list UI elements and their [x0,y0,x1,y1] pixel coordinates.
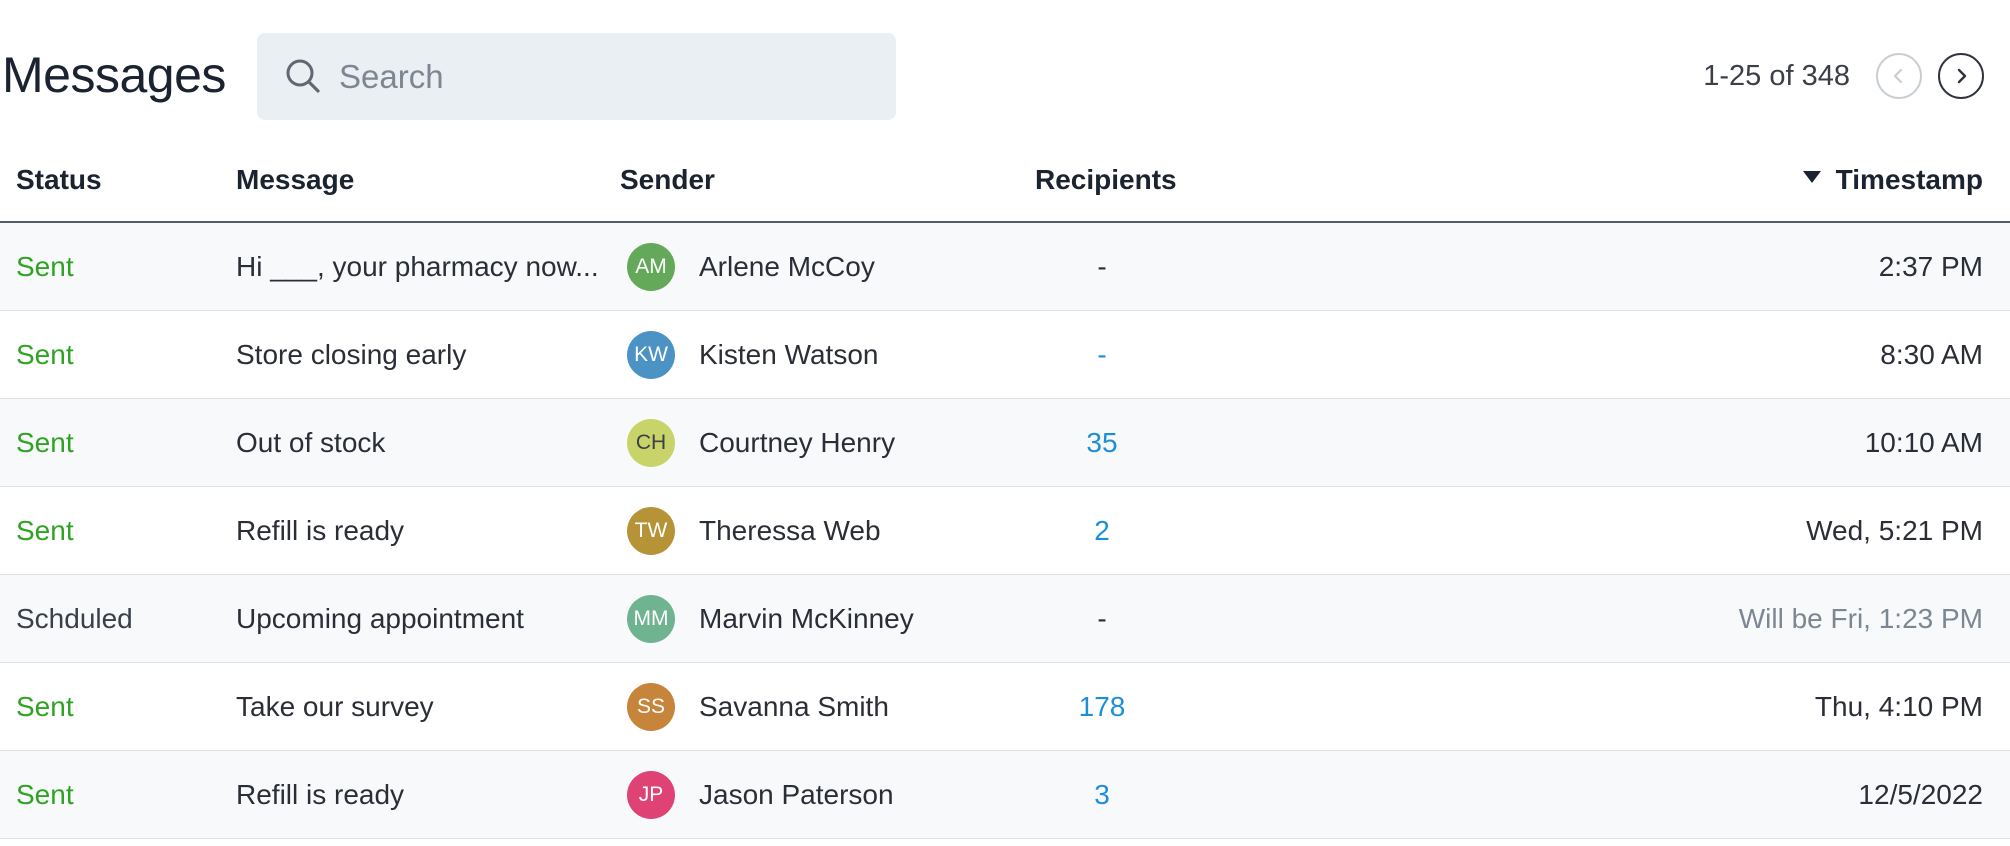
recipients-link[interactable]: 3 [1040,751,1164,839]
message-cell[interactable]: Store closing early [236,311,466,399]
avatar: SS [627,683,675,731]
sender-cell: SS Savanna Smith [627,663,889,751]
search-input[interactable] [339,33,879,120]
timestamp-cell: Wed, 5:21 PM [1806,515,1983,546]
page-header: Messages 1-25 of 348 [0,0,2010,150]
table-row[interactable]: Sent Take our survey SS Savanna Smith 17… [0,663,2010,751]
pagination-range: 1-25 of 348 [1703,60,1850,92]
status-cell: Sent [16,251,74,282]
column-header-recipients[interactable]: Recipients [1035,164,1177,196]
avatar: TW [627,507,675,555]
column-header-timestamp[interactable]: Timestamp [1802,164,1983,196]
avatar: KW [627,331,675,379]
sender-name: Theressa Web [699,515,881,546]
timestamp-cell: Will be Fri, 1:23 PM [1738,603,1983,634]
avatar: CH [627,419,675,467]
sender-name: Courtney Henry [699,427,896,458]
messages-table: Status Message Sender Recipients Timesta… [0,150,2010,839]
message-cell[interactable]: Refill is ready [236,751,404,839]
status-cell: Sent [16,515,74,546]
table-row[interactable]: Sent Hi ___, your pharmacy now... AM Arl… [0,223,2010,311]
table-row[interactable]: Sent Store closing early KW Kisten Watso… [0,311,2010,399]
sender-cell: CH Courtney Henry [627,399,895,487]
chevron-right-icon [1957,68,1967,84]
message-cell[interactable]: Upcoming appointment [236,575,524,663]
column-header-sender[interactable]: Sender [620,164,715,196]
sender-name: Jason Paterson [699,779,894,810]
avatar: JP [627,771,675,819]
message-cell[interactable]: Hi ___, your pharmacy now... [236,223,599,311]
sender-name: Arlene McCoy [699,251,875,282]
sender-cell: TW Theressa Web [627,487,881,575]
sender-name: Kisten Watson [699,339,879,370]
table-row[interactable]: Sent Refill is ready JP Jason Paterson 3… [0,751,2010,839]
timestamp-cell: Thu, 4:10 PM [1814,691,1983,722]
timestamp-cell: 10:10 AM [1864,427,1983,458]
search-box[interactable] [257,33,896,120]
recipients-cell[interactable]: - [1040,311,1164,399]
timestamp-cell: 2:37 PM [1878,251,1983,282]
sender-cell: MM Marvin McKinney [627,575,914,663]
timestamp-cell: 12/5/2022 [1858,779,1983,810]
sender-name: Savanna Smith [699,691,889,722]
sender-cell: JP Jason Paterson [627,751,894,839]
avatar: AM [627,243,675,291]
recipients-cell: - [1097,603,1107,634]
message-cell[interactable]: Take our survey [236,663,434,751]
next-page-button[interactable] [1938,53,1984,99]
status-cell: Sent [16,779,74,810]
avatar: MM [627,595,675,643]
recipients-link[interactable]: 2 [1040,487,1164,575]
recipients-link[interactable]: 35 [1040,399,1164,487]
column-header-timestamp-label: Timestamp [1835,164,1983,195]
sender-cell: AM Arlene McCoy [627,223,875,311]
sender-name: Marvin McKinney [699,603,914,634]
table-row[interactable]: Schduled Upcoming appointment MM Marvin … [0,575,2010,663]
status-cell: Sent [16,427,74,458]
column-header-status[interactable]: Status [16,164,102,196]
table-row[interactable]: Sent Out of stock CH Courtney Henry 35 1… [0,399,2010,487]
timestamp-cell: 8:30 AM [1880,339,1983,370]
chevron-left-icon [1893,68,1903,84]
status-cell: Schduled [16,603,133,634]
table-header: Status Message Sender Recipients Timesta… [0,150,2010,223]
recipients-link[interactable]: 178 [1040,663,1164,751]
table-row[interactable]: Sent Refill is ready TW Theressa Web 2 W… [0,487,2010,575]
status-cell: Sent [16,691,74,722]
recipients-cell: - [1097,251,1107,282]
sort-descending-icon [1802,171,1821,183]
search-icon [286,59,320,93]
previous-page-button[interactable] [1876,53,1922,99]
message-cell[interactable]: Refill is ready [236,487,404,575]
messages-page: Messages 1-25 of 348 Status Message Send… [0,0,2010,846]
status-cell: Sent [16,339,74,370]
sender-cell: KW Kisten Watson [627,311,878,399]
message-cell[interactable]: Out of stock [236,399,385,487]
page-title: Messages [2,47,226,103]
column-header-message[interactable]: Message [236,164,354,196]
